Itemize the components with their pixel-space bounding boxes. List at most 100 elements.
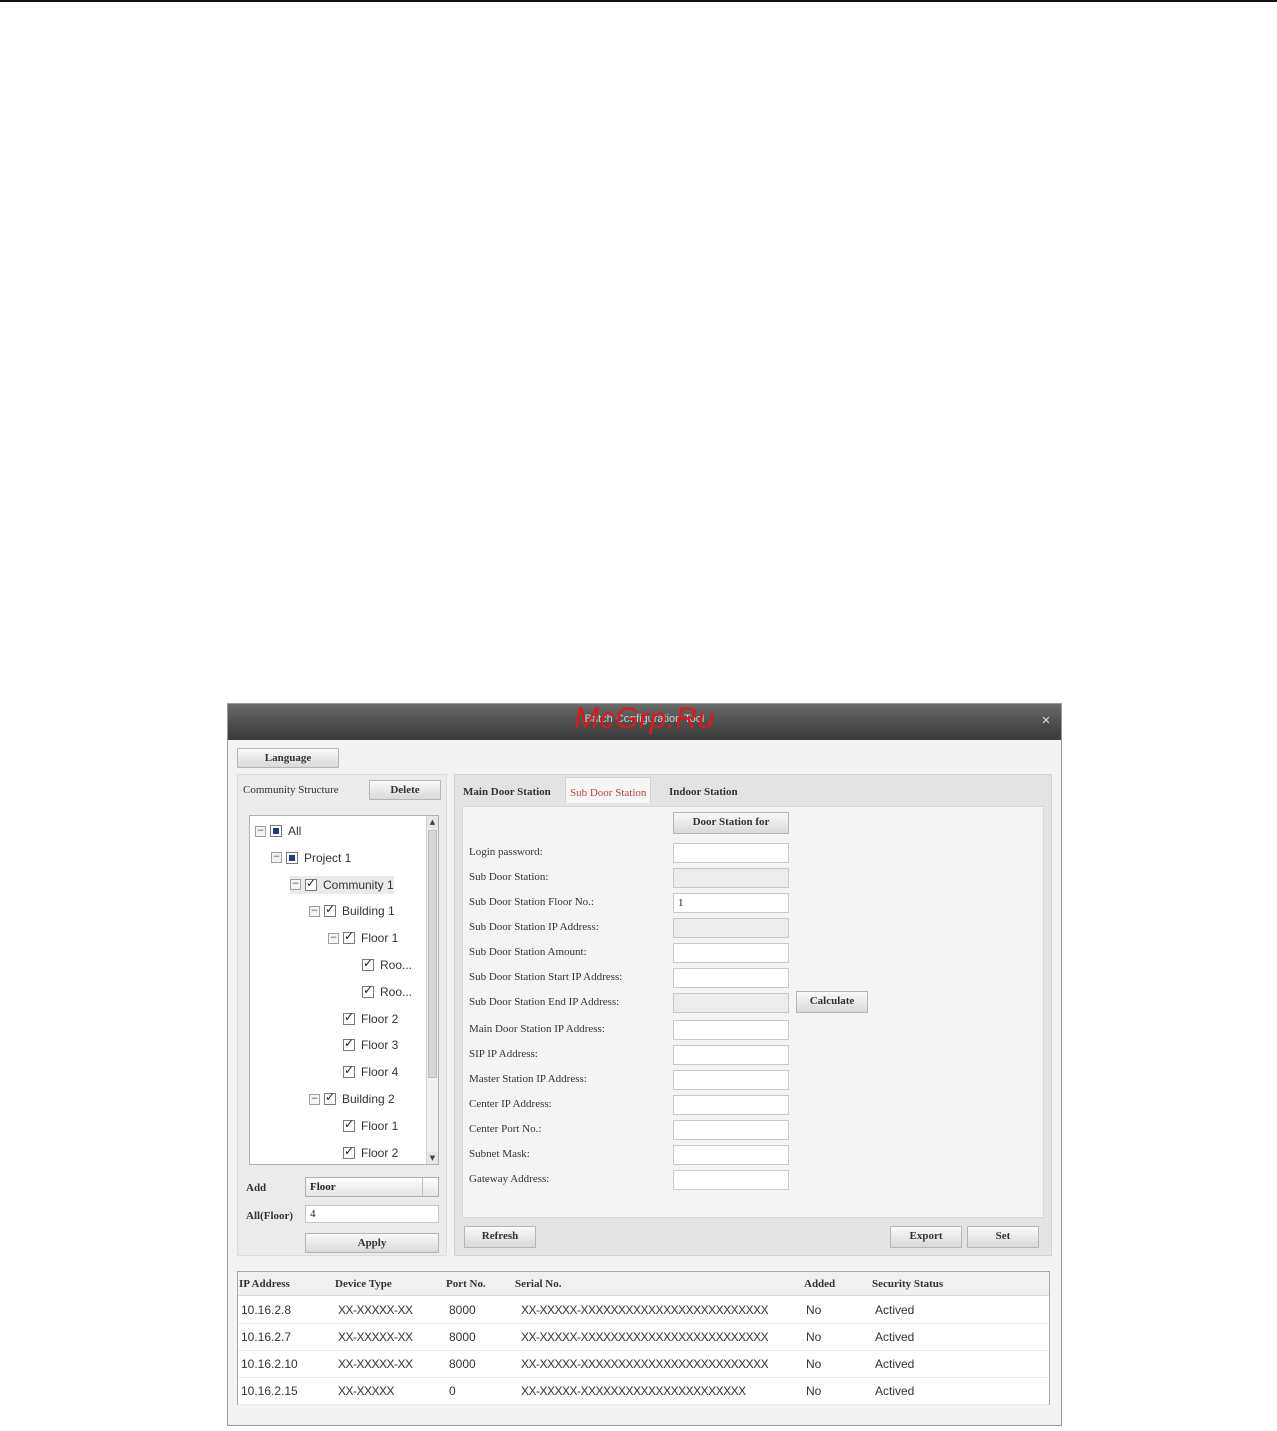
table-cell: XX-XXXXX-XX	[338, 1303, 413, 1317]
table-row[interactable]: 10.16.2.15 XX-XXXXX 0 XX-XXXXX-XXXXXXXXXXXX…	[238, 1378, 1049, 1405]
tree-node[interactable]: Roo...	[347, 983, 412, 1001]
sub-door-station-form: Door Station for Login password: Sub Door…	[462, 806, 1044, 1218]
table-cell: Actived	[875, 1330, 915, 1344]
form-input[interactable]	[673, 1020, 789, 1040]
add-type-value: Floor	[310, 1181, 336, 1193]
tree-node-label: Building 2	[342, 1092, 395, 1106]
tree-node[interactable]: − Floor 1	[328, 929, 398, 947]
scroll-down-icon[interactable]: ▼	[427, 1152, 438, 1164]
col-added[interactable]: Added	[804, 1278, 835, 1290]
collapse-icon[interactable]: −	[255, 825, 266, 837]
table-cell: Actived	[875, 1303, 915, 1317]
tree-checkbox[interactable]	[343, 1036, 355, 1052]
tab-indoor-station[interactable]: Indoor Station	[665, 777, 742, 803]
tree-checkbox[interactable]	[343, 1010, 355, 1025]
tree-node[interactable]: − Building 2	[309, 1090, 395, 1108]
scroll-up-icon[interactable]: ▲	[427, 816, 438, 828]
table-cell: 10.16.2.7	[241, 1330, 292, 1344]
close-icon[interactable]: ✕	[1039, 714, 1053, 728]
table-cell: 8000	[449, 1330, 476, 1344]
title-bar[interactable]: Batch Configuration Tool McGrp.Ru ✕	[228, 702, 1061, 740]
tab-main-door-station[interactable]: Main Door Station	[459, 777, 555, 803]
table-cell: 10.16.2.10	[241, 1357, 298, 1371]
tree-checkbox[interactable]	[305, 876, 317, 891]
tree-checkbox[interactable]	[343, 1117, 355, 1132]
form-input[interactable]	[673, 1120, 789, 1140]
col-ip-address[interactable]: IP Address	[239, 1278, 290, 1290]
table-row[interactable]: 10.16.2.8 XX-XXXXX-XX 8000 XX-XXXXX-XXXXXXX…	[238, 1297, 1049, 1324]
refresh-button[interactable]: Refresh	[464, 1226, 536, 1248]
col-port-no[interactable]: Port No.	[446, 1278, 486, 1290]
form-input[interactable]	[673, 1145, 789, 1165]
collapse-icon[interactable]: −	[271, 852, 282, 864]
table-row[interactable]: 10.16.2.7 XX-XXXXX-XX 8000 XX-XXXXX-XXXXXXX…	[238, 1324, 1049, 1351]
col-serial-no[interactable]: Serial No.	[515, 1278, 561, 1290]
form-input[interactable]: 1	[673, 893, 789, 913]
door-station-for-button[interactable]: Door Station for	[673, 812, 789, 834]
calculate-button[interactable]: Calculate	[796, 991, 868, 1013]
tree-node-label: Floor 3	[361, 1038, 399, 1053]
add-type-select[interactable]: Floor	[305, 1177, 439, 1197]
tree-node-label: Project 1	[304, 850, 352, 865]
delete-button[interactable]: Delete	[369, 780, 441, 800]
tree-node-label: Building 1	[342, 904, 395, 919]
table-row[interactable]: 10.16.2.10 XX-XXXXX-XX 8000 XX-XXXXX-XXXXXX…	[238, 1351, 1049, 1378]
table-cell: 10.16.2.15	[241, 1384, 298, 1398]
tree-checkbox[interactable]	[343, 1144, 355, 1159]
apply-button[interactable]: Apply	[305, 1233, 439, 1253]
form-input[interactable]	[673, 968, 789, 988]
language-button[interactable]: Language	[237, 748, 339, 768]
tree-node[interactable]: Floor 3	[328, 1036, 398, 1054]
form-label: Center Port No.:	[469, 1123, 542, 1135]
scroll-thumb[interactable]	[428, 830, 437, 1078]
select-arrow-icon	[422, 1178, 438, 1196]
tree-node[interactable]: Floor 2	[328, 1010, 398, 1028]
device-table-header: IP Address Device Type Port No. Serial N…	[238, 1272, 1049, 1296]
table-cell: XX-XXXXX-XX	[338, 1330, 413, 1344]
community-structure-panel: Community Structure Delete − All − Project …	[237, 774, 447, 1256]
tree-node-label: Floor 1	[361, 1118, 399, 1133]
form-label: Sub Door Station Start IP Address:	[469, 971, 623, 983]
tree-checkbox[interactable]	[286, 851, 298, 864]
tree-node[interactable]: − Project 1	[271, 849, 351, 867]
tree-node[interactable]: Floor 1	[328, 1117, 398, 1135]
add-label: Add	[246, 1182, 267, 1194]
form-input[interactable]	[673, 1070, 789, 1090]
tab-sub-door-station[interactable]: Sub Door Station	[565, 777, 652, 803]
col-security-status[interactable]: Security Status	[872, 1278, 943, 1290]
collapse-icon[interactable]: −	[328, 932, 339, 944]
col-device-type[interactable]: Device Type	[335, 1278, 392, 1290]
tree-node[interactable]: − All	[255, 822, 301, 840]
tree-node[interactable]: Floor 2	[328, 1144, 398, 1162]
table-cell: Actived	[875, 1357, 915, 1371]
collapse-icon[interactable]: −	[309, 905, 320, 917]
table-cell: XX-XXXXX-XXXXXXXXXXXXXXXXXXXXXXXXX	[521, 1303, 769, 1317]
tree-checkbox[interactable]	[362, 956, 374, 971]
tree-node-label: Floor 2	[361, 1145, 399, 1160]
community-tree[interactable]: − All − Project 1 − Community 1 − Building 1 − Fl…	[249, 815, 439, 1165]
export-button[interactable]: Export	[890, 1226, 962, 1248]
tree-checkbox[interactable]	[270, 825, 282, 837]
form-input[interactable]	[673, 1045, 789, 1065]
tree-checkbox[interactable]	[362, 983, 374, 998]
form-input[interactable]	[673, 1095, 789, 1115]
set-button[interactable]: Set	[967, 1226, 1039, 1248]
tree-checkbox[interactable]	[324, 1090, 336, 1105]
table-cell: No	[806, 1384, 822, 1398]
tree-scrollbar[interactable]: ▲ ▼	[426, 816, 438, 1164]
form-input[interactable]	[673, 943, 789, 963]
tree-node[interactable]: Roo...	[347, 956, 412, 974]
collapse-icon[interactable]: −	[309, 1093, 320, 1105]
form-input[interactable]	[673, 843, 789, 863]
tree-checkbox[interactable]	[343, 1063, 355, 1079]
form-label: SIP IP Address:	[469, 1048, 538, 1060]
tree-checkbox[interactable]	[324, 902, 336, 918]
table-cell: 8000	[449, 1357, 476, 1371]
tree-node[interactable]: Floor 4	[328, 1063, 398, 1081]
form-input[interactable]	[673, 1170, 789, 1190]
collapse-icon[interactable]: −	[290, 879, 301, 891]
all-floor-input[interactable]: 4	[305, 1205, 439, 1223]
tree-checkbox[interactable]	[343, 929, 355, 945]
tree-node[interactable]: − Building 1	[309, 902, 395, 920]
tree-node[interactable]: − Community 1	[290, 875, 394, 894]
